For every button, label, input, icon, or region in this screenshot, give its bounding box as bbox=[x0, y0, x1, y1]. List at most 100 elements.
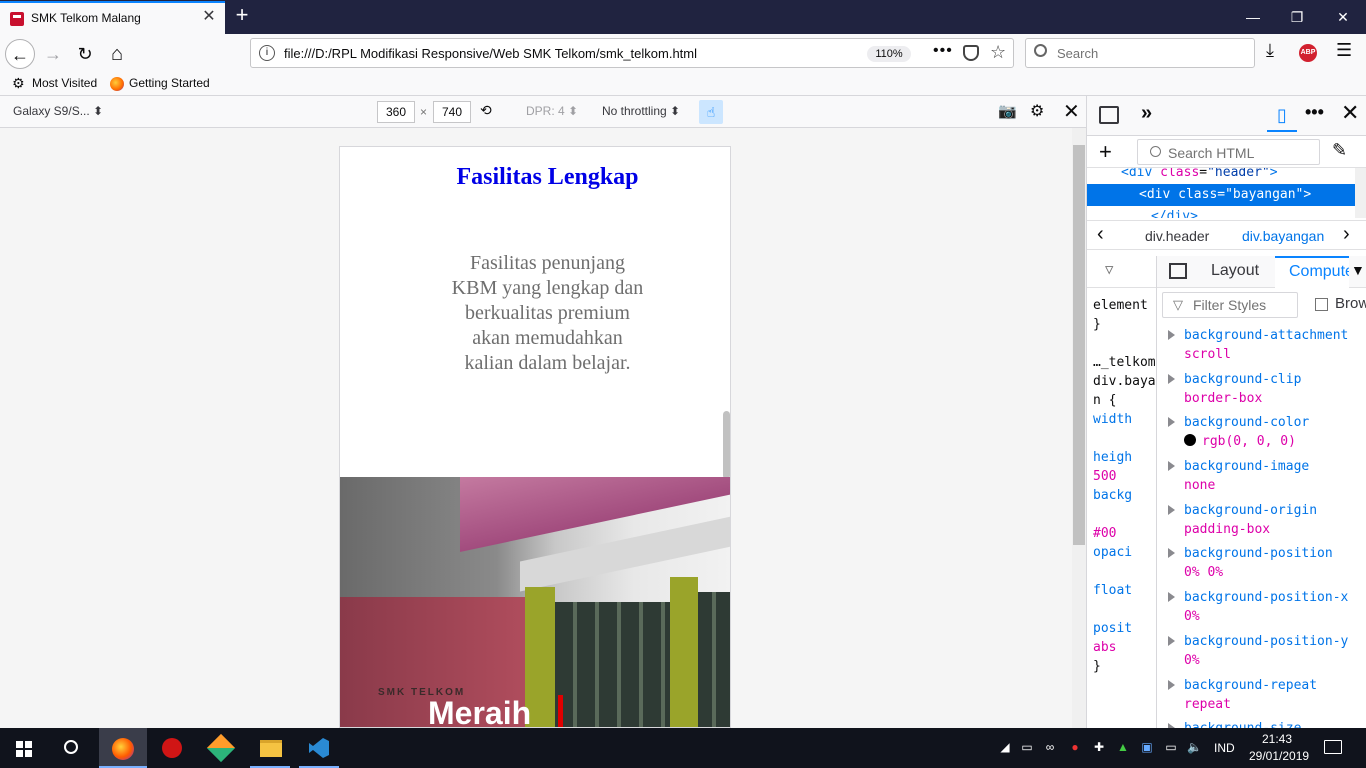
volume-icon[interactable]: 🔈 bbox=[1187, 740, 1202, 754]
viewport-width-input[interactable]: 360 bbox=[377, 101, 415, 123]
breadcrumb-item-active[interactable]: div.bayangan bbox=[1242, 228, 1324, 244]
expand-arrow-icon[interactable] bbox=[1168, 679, 1175, 690]
filter-styles-input[interactable]: ▽ Filter Styles bbox=[1162, 292, 1298, 318]
computed-property[interactable]: background-origin padding-box bbox=[1157, 501, 1366, 545]
viewport-height-input[interactable]: 740 bbox=[433, 101, 471, 123]
forward-button[interactable]: → bbox=[38, 39, 68, 69]
throttling-selector[interactable]: No throttling ⬍ bbox=[602, 104, 680, 118]
search-html-input[interactable]: Search HTML bbox=[1137, 139, 1320, 165]
page-scrollbar-thumb[interactable] bbox=[723, 411, 730, 479]
breadcrumb-back-icon[interactable]: ‹ bbox=[1097, 223, 1104, 246]
maximize-button[interactable]: ❐ bbox=[1282, 6, 1312, 28]
minimize-button[interactable]: — bbox=[1238, 6, 1268, 28]
dpr-selector[interactable]: DPR: 4 ⬍ bbox=[526, 104, 578, 118]
expand-arrow-icon[interactable] bbox=[1168, 373, 1175, 384]
expand-arrow-icon[interactable] bbox=[1168, 504, 1175, 515]
settings-gear-icon[interactable]: ⚙ bbox=[1030, 101, 1044, 121]
expand-arrow-icon[interactable] bbox=[1168, 592, 1175, 603]
shield-tray-icon[interactable]: ✚ bbox=[1092, 740, 1106, 754]
page-actions-icon[interactable]: ••• bbox=[933, 42, 953, 60]
rules-filter-icon[interactable]: ▽ bbox=[1087, 256, 1156, 288]
language-indicator[interactable]: IND bbox=[1214, 741, 1235, 755]
clock-date[interactable]: 29/01/2019 bbox=[1249, 749, 1309, 763]
add-node-icon[interactable]: + bbox=[1099, 139, 1112, 165]
garena-icon[interactable] bbox=[162, 738, 182, 758]
url-text[interactable]: file:///D:/RPL Modifikasi Responsive/Web… bbox=[284, 46, 697, 61]
computed-property[interactable]: background-sizeauto bbox=[1157, 719, 1366, 728]
download-icon[interactable]: ⤓ bbox=[1266, 40, 1274, 61]
close-devtools-icon[interactable]: ✕ bbox=[1341, 100, 1359, 126]
computed-property[interactable]: background-image none bbox=[1157, 457, 1366, 501]
bookmark-most-visited[interactable]: Most Visited bbox=[32, 76, 97, 90]
toggle-sidebar-icon[interactable] bbox=[1169, 263, 1187, 279]
link-icon[interactable]: ∞ bbox=[1043, 740, 1057, 754]
markup-close-tag[interactable]: </div> bbox=[1087, 206, 1355, 218]
expand-arrow-icon[interactable] bbox=[1168, 461, 1175, 472]
tabs-dropdown-icon[interactable]: ▼ bbox=[1351, 262, 1365, 278]
eyedropper-icon[interactable]: ✎ bbox=[1332, 140, 1347, 161]
file-explorer-icon[interactable] bbox=[260, 740, 282, 757]
responsive-mode-icon[interactable]: ▯ bbox=[1267, 102, 1297, 132]
expand-arrow-icon[interactable] bbox=[1168, 330, 1175, 340]
close-rdm-icon[interactable]: ✕ bbox=[1063, 99, 1080, 124]
pocket-icon[interactable] bbox=[963, 45, 979, 61]
computed-property[interactable]: background-position-y 0% bbox=[1157, 632, 1366, 676]
browser-styles-checkbox[interactable] bbox=[1315, 298, 1328, 311]
drive-tray-icon[interactable]: ▲ bbox=[1116, 740, 1130, 754]
rotate-icon[interactable]: ⟲ bbox=[480, 102, 492, 119]
display-tray-icon[interactable]: ▭ bbox=[1164, 740, 1178, 754]
url-bar[interactable]: i file:///D:/RPL Modifikasi Responsive/W… bbox=[250, 38, 1014, 68]
clock-time[interactable]: 21:43 bbox=[1262, 732, 1292, 746]
adblock-plus-icon[interactable]: ABP bbox=[1299, 44, 1317, 62]
bookmark-star-icon[interactable]: ☆ bbox=[990, 42, 1006, 63]
garena-tray-icon[interactable]: ● bbox=[1068, 740, 1082, 754]
home-button[interactable]: ⌂ bbox=[102, 39, 132, 69]
reload-button[interactable]: ↻ bbox=[70, 39, 100, 69]
tab-computed[interactable]: Computed bbox=[1275, 256, 1349, 288]
breadcrumb-forward-icon[interactable]: › bbox=[1343, 223, 1350, 246]
color-swatch-icon[interactable] bbox=[1184, 434, 1196, 447]
sourcetree-icon[interactable] bbox=[206, 733, 236, 763]
computed-property[interactable]: background-attachment scroll bbox=[1157, 326, 1366, 370]
markup-node-selected[interactable]: <div class="bayangan"> bbox=[1087, 184, 1355, 206]
expand-arrow-icon[interactable] bbox=[1168, 548, 1175, 559]
search-bar[interactable]: Search bbox=[1025, 38, 1255, 68]
zoom-level-badge[interactable]: 110% bbox=[867, 46, 911, 62]
expand-arrow-icon[interactable] bbox=[1168, 417, 1175, 428]
computed-property[interactable]: background-position-x 0% bbox=[1157, 588, 1366, 632]
window-close-button[interactable]: ✕ bbox=[1328, 6, 1358, 28]
notifications-icon[interactable] bbox=[1324, 740, 1342, 754]
element-picker-icon[interactable] bbox=[1099, 106, 1119, 124]
battery-icon[interactable]: ▭ bbox=[1020, 740, 1034, 754]
hamburger-menu-icon[interactable]: ☰ bbox=[1336, 40, 1352, 61]
touch-simulation-icon[interactable]: ☝ bbox=[699, 100, 723, 124]
site-info-icon[interactable]: i bbox=[259, 45, 275, 61]
wifi-icon[interactable]: ◢ bbox=[998, 740, 1012, 754]
expand-arrow-icon[interactable] bbox=[1168, 635, 1175, 646]
vscode-icon[interactable] bbox=[309, 738, 329, 758]
devtools-toolbar: » ▯ ••• ✕ bbox=[1087, 96, 1366, 136]
more-tools-chevron-icon[interactable]: » bbox=[1141, 102, 1152, 125]
device-selector[interactable]: Galaxy S9/S... ⬍ bbox=[13, 104, 103, 118]
markup-scrollbar[interactable] bbox=[1355, 168, 1366, 218]
new-tab-button[interactable]: + bbox=[230, 4, 254, 28]
markup-node[interactable]: <div class="header"> bbox=[1087, 168, 1355, 184]
tab-layout[interactable]: Layout bbox=[1211, 262, 1259, 280]
network-tray-icon[interactable]: ▣ bbox=[1140, 740, 1154, 754]
breadcrumb-item[interactable]: div.header bbox=[1145, 228, 1209, 244]
computed-property[interactable]: background-clip border-box bbox=[1157, 370, 1366, 414]
back-button[interactable]: ← bbox=[5, 39, 35, 69]
close-tab-icon[interactable]: ✕ bbox=[200, 8, 218, 26]
viewport-scrollbar-thumb[interactable] bbox=[1073, 145, 1085, 545]
computed-property[interactable]: background-color rgb(0, 0, 0) bbox=[1157, 413, 1366, 457]
computed-pane: Layout Computed ▼ ▽ Filter Styles Browse… bbox=[1157, 256, 1366, 728]
devtools-options-icon[interactable]: ••• bbox=[1305, 102, 1324, 123]
taskbar-search-icon[interactable] bbox=[64, 740, 78, 754]
computed-property[interactable]: background-position 0% 0% bbox=[1157, 544, 1366, 588]
windows-start-icon[interactable] bbox=[16, 741, 32, 757]
screenshot-camera-icon[interactable]: 📷 bbox=[998, 102, 1017, 120]
tab-smk-telkom[interactable]: SMK Telkom Malang ✕ bbox=[0, 1, 225, 34]
rule-line: 500 bbox=[1093, 469, 1117, 484]
bookmark-getting-started[interactable]: Getting Started bbox=[129, 76, 210, 90]
computed-property[interactable]: background-repeat repeat bbox=[1157, 676, 1366, 720]
